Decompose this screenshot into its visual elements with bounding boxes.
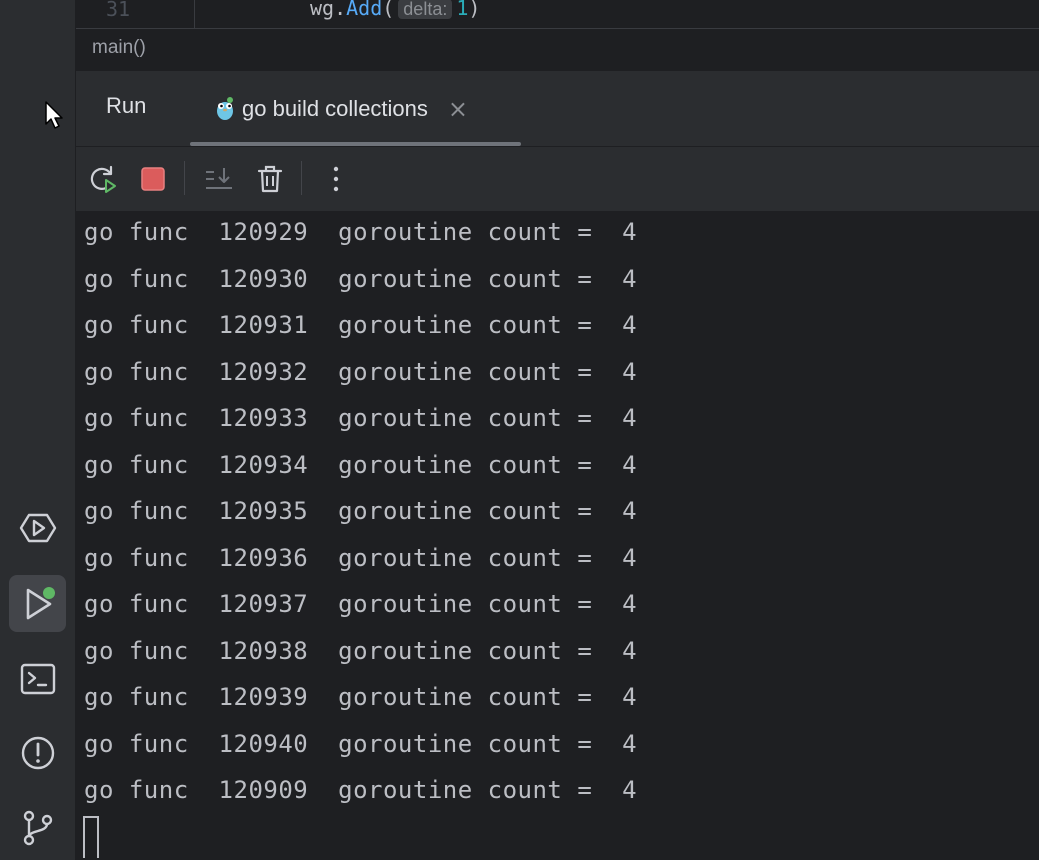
code-method: Add	[346, 0, 383, 20]
code-paren-close: )	[468, 0, 481, 20]
git-tool-button[interactable]	[9, 798, 66, 855]
trash-icon	[257, 165, 283, 193]
problems-tool-button[interactable]	[9, 724, 66, 781]
tab-go-build-collections[interactable]: go build collections ×	[214, 89, 468, 129]
code-paren-open: (	[382, 0, 395, 20]
scroll-to-end-button[interactable]	[202, 162, 236, 196]
line-number: 31	[106, 0, 131, 21]
parameter-hint: delta:	[398, 0, 453, 19]
more-vertical-icon	[333, 166, 339, 192]
console-line: go func 120929 goroutine count = 4	[84, 218, 638, 246]
tool-window-title: Run	[106, 93, 147, 118]
breadcrumb-item[interactable]: main()	[92, 37, 146, 59]
code-text: wg.Add(delta: 1)	[310, 0, 480, 20]
toolbar-separator	[184, 161, 185, 195]
clear-all-button[interactable]	[253, 162, 287, 196]
console-output[interactable]: go func 120929 goroutine count = 4 go fu…	[76, 212, 1039, 860]
running-indicator	[42, 586, 55, 599]
console-line: go func 120934 goroutine count = 4	[84, 451, 638, 479]
console-input-caret[interactable]	[83, 816, 99, 858]
services-icon	[19, 513, 56, 542]
close-tab-icon[interactable]: ×	[448, 97, 468, 121]
stop-button[interactable]	[136, 162, 170, 196]
console-line: go func 120932 goroutine count = 4	[84, 358, 638, 386]
console-line: go func 120940 goroutine count = 4	[84, 730, 638, 758]
run-tool-button[interactable]	[9, 575, 66, 632]
editor-code-line[interactable]: 31 wg.Add(delta: 1)	[76, 0, 1039, 29]
services-tool-button[interactable]	[9, 499, 66, 556]
terminal-tool-button[interactable]	[9, 650, 66, 707]
console-line: go func 120933 goroutine count = 4	[84, 404, 638, 432]
console-line: go func 120909 goroutine count = 4	[84, 776, 638, 804]
code-receiver: wg.	[310, 0, 347, 20]
console-line: go func 120931 goroutine count = 4	[84, 311, 638, 339]
console-line: go func 120937 goroutine count = 4	[84, 590, 638, 618]
tab-label: go build collections	[242, 96, 428, 121]
code-argument: 1	[456, 0, 469, 20]
run-icon	[26, 586, 55, 619]
run-tab-bar: Run go build collections ×	[76, 71, 1039, 147]
console-line: go func 120936 goroutine count = 4	[84, 544, 638, 572]
console-line: go func 120938 goroutine count = 4	[84, 637, 638, 665]
problems-icon	[21, 736, 54, 769]
scroll-to-end-icon	[206, 168, 232, 189]
rerun-button[interactable]	[85, 162, 119, 196]
terminal-icon	[20, 663, 55, 694]
active-tab-indicator	[190, 142, 521, 146]
git-icon	[23, 810, 52, 845]
gopher-icon	[217, 97, 233, 120]
breadcrumb[interactable]: main()	[76, 29, 1039, 71]
stop-icon	[141, 167, 165, 191]
toolbar-separator	[301, 161, 302, 195]
gutter-divider	[194, 0, 195, 28]
console-line: go func 120930 goroutine count = 4	[84, 265, 638, 293]
rerun-icon	[90, 165, 116, 193]
console-line: go func 120935 goroutine count = 4	[84, 497, 638, 525]
more-options-button[interactable]	[319, 162, 353, 196]
mouse-cursor-icon	[45, 101, 63, 129]
console-line: go func 120939 goroutine count = 4	[84, 683, 638, 711]
run-toolbar	[76, 147, 1039, 212]
